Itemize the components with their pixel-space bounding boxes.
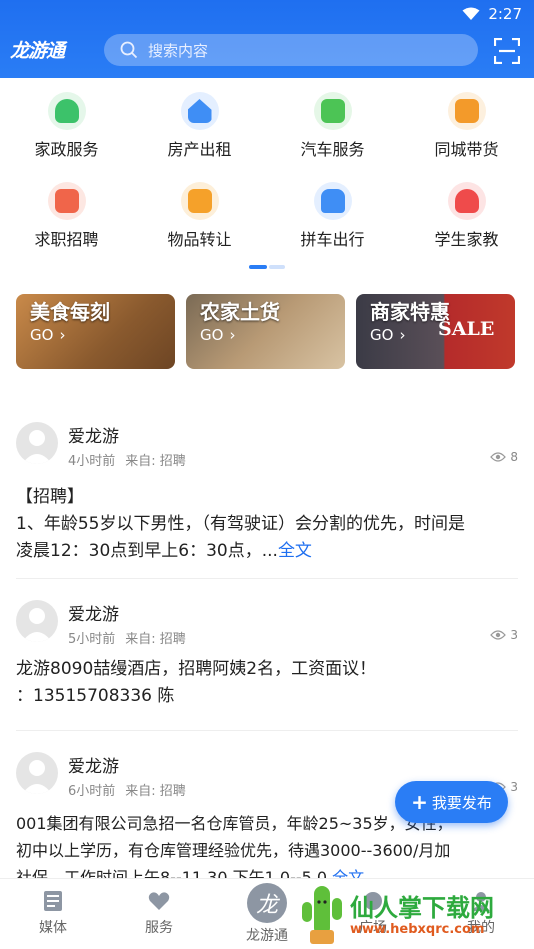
search-placeholder: 搜索内容 [148,41,209,60]
category-carpool[interactable]: 拼车出行 [266,182,399,250]
post-content: 龙游8090喆缦酒店，招聘阿姨2名，工资面议！ ：13515708336 陈 [16,659,377,706]
search-icon [120,41,138,59]
view-count: 3 [490,628,518,642]
category-house-rent[interactable]: 房产出租 [133,92,266,160]
chevron-right-icon: › [399,326,406,344]
category-label: 物品转让 [167,230,232,249]
divider [16,730,518,731]
category-label: 学生家教 [434,230,499,249]
category-label: 家政服务 [34,140,99,159]
post-card[interactable]: 爱龙游 4小时前 来自: 招聘 8 【招聘】 1、年龄55岁以下男性，（有驾驶证）… [16,422,518,572]
category-local-delivery[interactable]: 同城带货 [400,92,533,160]
post-card[interactable]: 爱龙游 5小时前 来自: 招聘 3 龙游8090喆缦酒店，招聘阿姨2名，工资面议！… [16,600,518,720]
category-home-service[interactable]: 家政服务 [0,92,133,160]
car-icon [313,182,352,220]
divider [16,578,518,579]
heart-icon [148,892,170,910]
post-author[interactable]: 爱龙游 [68,422,119,447]
category-item-transfer[interactable]: 物品转让 [133,182,266,250]
banner-title: 美食每刻 [30,300,110,324]
box-icon [447,92,486,130]
read-more-link[interactable]: 全文 [332,868,364,878]
banner-go: GO › [200,326,236,344]
package-icon [180,182,219,220]
plus-icon: + [411,790,428,814]
news-icon [44,891,62,911]
post-meta: 4小时前 来自: 招聘 [68,454,186,469]
category-tutor[interactable]: 学生家教 [400,182,533,250]
view-count: 8 [490,450,518,464]
wifi-icon [462,7,480,20]
chevron-right-icon: › [229,326,236,344]
app-logo: 龙游通 [10,40,65,62]
search-input[interactable]: 搜索内容 [104,34,478,66]
eye-icon [490,452,507,462]
category-jobs[interactable]: 求职招聘 [0,182,133,250]
category-label: 同城带货 [434,140,499,159]
house-icon [180,92,219,130]
category-label: 汽车服务 [300,140,365,159]
user-icon [472,892,490,911]
category-label: 房产出租 [167,140,232,159]
status-bar: 2:27 [462,4,522,24]
category-label: 求职招聘 [34,230,99,249]
housekeeping-icon [47,92,86,130]
square-icon [364,892,382,910]
banner-farm-goods[interactable]: 农家土货 GO › [186,294,345,369]
top-bar: 2:27 龙游通 搜索内容 [0,0,534,78]
publish-button[interactable]: + 我要发布 [395,781,508,823]
avatar[interactable] [16,600,58,642]
sale-sign: SALE [438,318,495,340]
tab-mine[interactable]: 我的 [428,889,534,937]
avatar[interactable] [16,422,58,464]
eye-icon [490,630,507,640]
banner-title: 农家土货 [200,300,280,324]
tab-service[interactable]: 服务 [106,889,212,937]
banner-go: GO › [30,326,66,344]
post-content: 【招聘】 1、年龄55岁以下男性，（有驾驶证）会分割的优先，时间是 凌晨12：3… [16,487,465,561]
post-author[interactable]: 爱龙游 [68,600,119,625]
tab-square[interactable]: 广场 [320,889,426,937]
banner-merchant-deals[interactable]: 商家特惠 GO › SALE [356,294,515,369]
student-icon [447,182,486,220]
banner-go: GO › [370,326,406,344]
post-author[interactable]: 爱龙游 [68,752,119,777]
post-meta: 5小时前 来自: 招聘 [68,632,186,647]
wrench-icon [313,92,352,130]
banner-food[interactable]: 美食每刻 GO › [16,294,175,369]
promo-banners: 美食每刻 GO › 农家土货 GO › 商家特惠 GO › SALE [0,294,534,369]
bottom-tab-bar: 媒体 服务 龙 龙游通 广场 我的 [0,878,534,949]
status-time: 2:27 [488,5,522,23]
tab-home[interactable]: 龙 龙游通 [214,883,320,945]
category-car-service[interactable]: 汽车服务 [266,92,399,160]
avatar[interactable] [16,752,58,794]
tab-media[interactable]: 媒体 [0,889,106,937]
read-more-link[interactable]: 全文 [278,541,312,561]
briefcase-icon [47,182,86,220]
category-label: 拼车出行 [300,230,365,249]
scan-icon[interactable] [494,38,520,64]
chevron-right-icon: › [59,326,66,344]
post-meta: 6小时前 来自: 招聘 [68,784,186,799]
page-indicator [249,265,285,269]
logo-icon: 龙 [247,883,287,923]
